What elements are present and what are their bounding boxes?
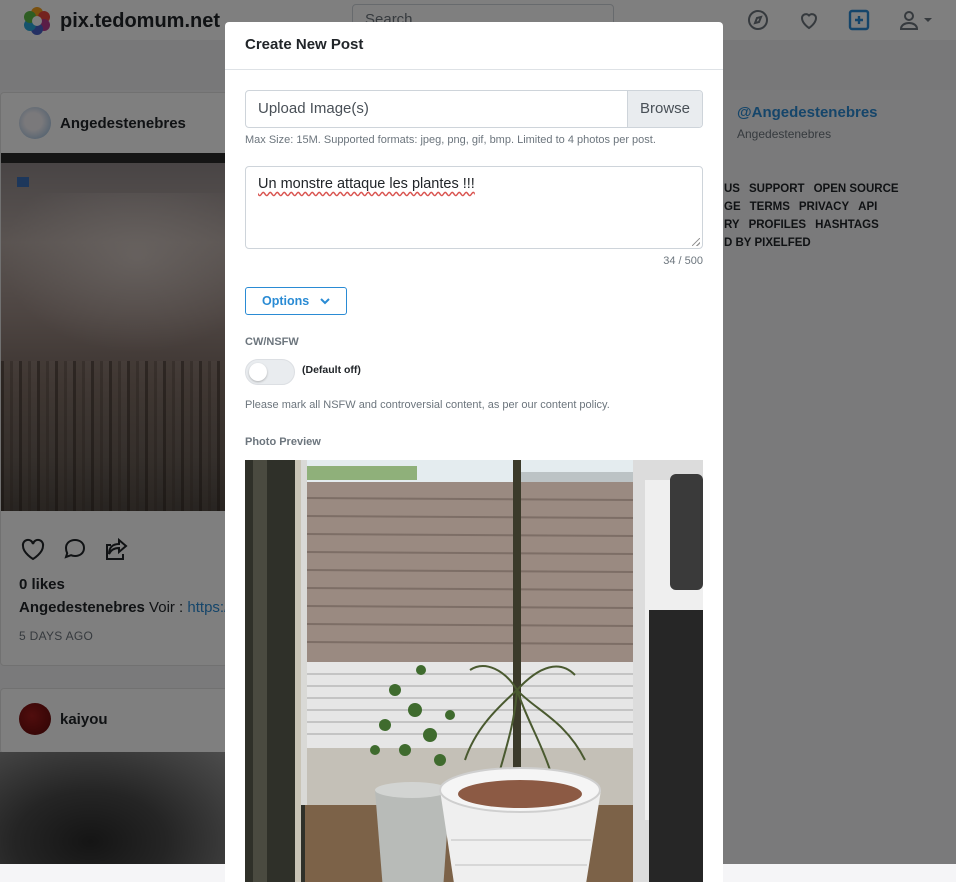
- char-counter: 34 / 500: [663, 255, 703, 267]
- browse-button[interactable]: Browse: [627, 91, 702, 127]
- toggle-default-text: (Default off): [302, 364, 361, 376]
- caption-value[interactable]: Un monstre attaque les plantes !!!: [258, 176, 475, 192]
- photo-preview-drawing: [245, 460, 703, 882]
- upload-label[interactable]: Upload Image(s): [258, 100, 369, 117]
- resize-handle[interactable]: [692, 238, 700, 246]
- chevron-down-icon: [320, 298, 330, 305]
- upload-hint: Max Size: 15M. Supported formats: jpeg, …: [245, 134, 656, 146]
- photo-preview-image: [245, 460, 703, 882]
- toggle-knob: [249, 363, 267, 381]
- content-policy-note: Please mark all NSFW and controversial c…: [245, 399, 610, 411]
- photo-preview-label: Photo Preview: [245, 436, 321, 448]
- upload-file-input[interactable]: Upload Image(s) Browse: [245, 90, 703, 128]
- options-button[interactable]: Options: [245, 287, 347, 315]
- modal-title: Create New Post: [245, 36, 364, 53]
- create-post-modal: Create New Post Upload Image(s) Browse M…: [225, 22, 723, 882]
- cw-nsfw-toggle[interactable]: [245, 359, 295, 385]
- caption-textarea[interactable]: Un monstre attaque les plantes !!!: [245, 166, 703, 249]
- cw-nsfw-label: CW/NSFW: [245, 336, 299, 348]
- options-label: Options: [262, 294, 310, 308]
- modal-header: Create New Post: [225, 22, 723, 70]
